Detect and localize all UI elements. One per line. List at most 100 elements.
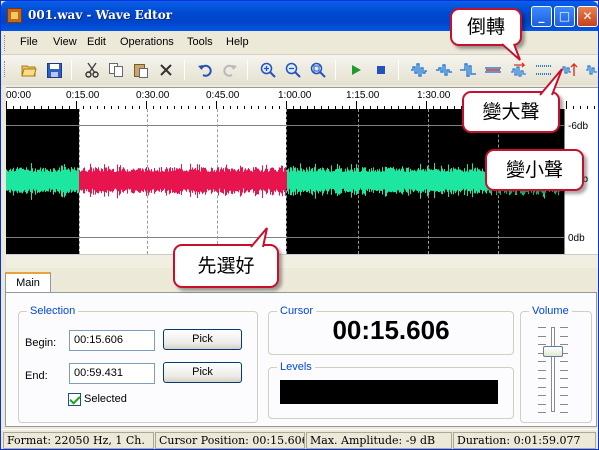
pick-end-button[interactable]: Pick [163,362,242,383]
zoom-out-icon[interactable] [284,61,302,79]
copy-icon[interactable] [107,61,125,79]
volume-slider-track [551,327,555,412]
ruler-tick [76,101,77,109]
callout-reverse-text: 倒轉 [466,16,505,38]
menu-view[interactable]: View [53,36,77,48]
volume-tick [560,412,568,413]
callout-quieter: 變小聲 [485,149,584,191]
end-label: End: [25,370,48,382]
wave-effect-4-icon[interactable] [484,61,502,79]
maximize-button[interactable]: □ [554,6,575,27]
delete-icon[interactable] [157,61,175,79]
attenuate-icon[interactable] [583,61,598,79]
volume-tick [560,386,568,388]
begin-label: Begin: [25,337,57,349]
selection-legend: Selection [30,305,76,317]
volume-tick [538,327,546,328]
callout-louder-text: 變大聲 [482,101,540,123]
status-duration: Duration: 0:01:59.077 [453,432,596,449]
play-icon[interactable] [347,61,365,79]
ruler-label: 0:45.00 [206,90,240,101]
status-max-amplitude: Max. Amplitude: -9 dB [306,432,452,449]
volume-tick [538,378,546,379]
callout-pointer [539,68,563,96]
wave-effect-1-icon[interactable] [410,61,428,79]
ruler-label: 0:15.00 [66,90,100,101]
levels-legend: Levels [280,361,312,373]
volume-tick [538,344,546,345]
ruler-tick [286,101,287,109]
volume-tick [538,395,546,396]
cut-icon[interactable] [83,61,101,79]
tab-main[interactable]: Main [5,272,51,293]
menu-file[interactable]: File [20,36,38,48]
callout-preselect: 先選好 [173,227,279,288]
ruler-tick [146,101,147,109]
status-format: Format: 22050 Hz, 1 Ch. [3,432,154,449]
volume-tick [538,403,546,405]
ruler-label: 00:00 [6,90,32,101]
reverse-icon[interactable] [510,61,528,79]
redo-icon[interactable] [221,61,239,79]
status-bar: Format: 22050 Hz, 1 Ch. Cursor Position:… [1,429,598,449]
menu-grip [4,35,7,51]
volume-tick [560,395,568,396]
ruler-label: 1:00.00 [278,90,312,101]
volume-tick [560,369,568,371]
volume-tick [538,412,546,413]
selected-checkbox[interactable] [68,393,81,406]
ruler-tick [356,101,357,109]
end-field[interactable]: 00:59.431 [69,363,155,384]
status-cursor-position: Cursor Position: 00:15.606 [155,432,305,449]
volume-tick [560,327,568,328]
volume-slider[interactable] [520,315,592,415]
menu-edit[interactable]: Edit [87,36,106,48]
minimize-button[interactable]: _ [531,6,552,27]
app-icon [7,8,22,23]
window-title: 001.wav - Wave Edtor [28,8,173,22]
zoom-in-icon[interactable] [259,61,277,79]
open-icon[interactable] [20,61,38,79]
save-icon[interactable] [45,61,63,79]
undo-icon[interactable] [196,61,214,79]
volume-tick [560,403,568,405]
ruler-tick [426,101,427,109]
db-label-top: -6db [568,121,589,132]
volume-tick [560,378,568,379]
callout-quieter-text: 變小聲 [505,159,563,181]
ruler-label: 1:15.00 [346,90,380,101]
menu-operations[interactable]: Operations [120,36,174,48]
wave-effect-2-icon[interactable] [435,61,453,79]
wave-effect-3-icon[interactable] [459,61,477,79]
volume-slider-thumb[interactable] [543,345,563,357]
menu-tools[interactable]: Tools [187,36,213,48]
menu-help[interactable]: Help [226,36,249,48]
selected-label: Selected [84,393,127,405]
volume-tick [538,386,546,388]
ruler-tick [566,101,567,109]
callout-pointer [501,43,521,61]
callout-louder: 變大聲 [462,68,563,133]
close-button[interactable]: ✕ [577,6,598,27]
callout-pointer [250,227,268,248]
horizontal-scrollbar[interactable] [6,254,598,268]
stop-icon[interactable] [372,61,390,79]
db-label-bottom: 0db [568,233,585,244]
paste-icon[interactable] [132,61,150,79]
begin-field[interactable]: 00:15.606 [69,330,155,351]
volume-tick [538,369,546,371]
ruler-tick [6,101,7,109]
volume-tick [560,335,568,337]
app-window: 001.wav - Wave Edtor _ □ ✕ File View Edi… [0,0,599,450]
callout-preselect-text: 先選好 [197,255,255,277]
zoom-fit-icon[interactable] [309,61,327,79]
ruler-tick [216,101,217,109]
main-tab-panel: Selection Begin: 00:15.606 Pick End: 00:… [5,292,597,427]
ruler-label: 0:30.00 [136,90,170,101]
callout-reverse: 倒轉 [450,8,522,61]
ruler-label: 1:30.00 [417,90,451,101]
volume-tick [538,335,546,337]
volume-tick [560,361,568,362]
volume-tick [538,361,546,362]
pick-begin-button[interactable]: Pick [163,329,242,350]
